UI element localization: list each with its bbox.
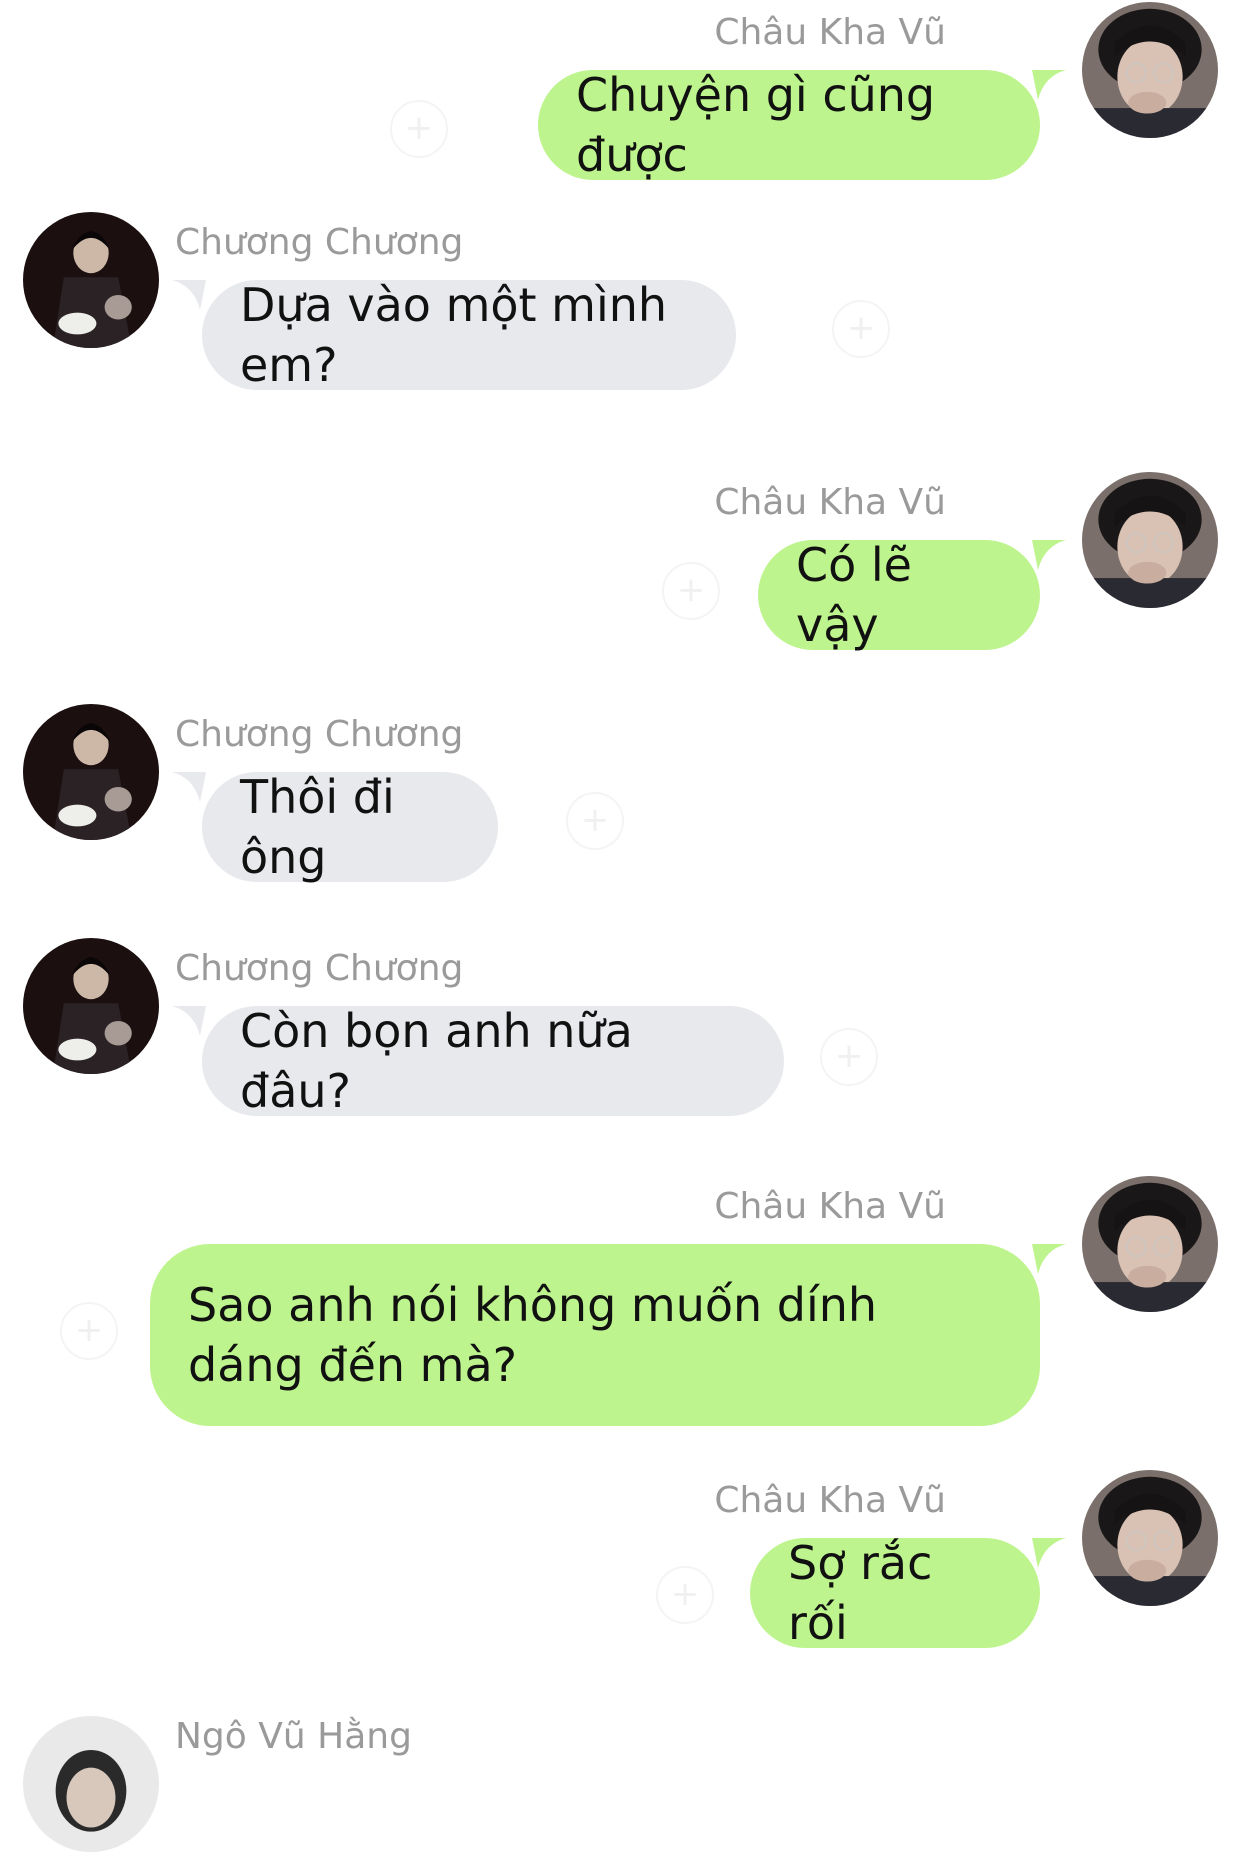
message-text: Có lẽ vậy xyxy=(796,538,912,652)
sender-name: Chương Chương xyxy=(175,222,464,263)
message-text: Còn bọn anh nữa đâu? xyxy=(240,1004,633,1118)
sender-name: Chương Chương xyxy=(175,714,464,755)
sender-name: Châu Kha Vũ xyxy=(714,1480,946,1521)
avatar[interactable] xyxy=(23,704,159,840)
avatar[interactable] xyxy=(1082,1470,1218,1606)
bubble-tail xyxy=(172,1006,206,1036)
avatar[interactable] xyxy=(23,212,159,348)
message-bubble[interactable]: Thôi đi ông xyxy=(202,770,498,884)
message-bubble[interactable]: Chuyện gì cũng được xyxy=(538,68,1040,182)
add-reaction-icon[interactable]: + xyxy=(390,100,448,158)
avatar[interactable] xyxy=(1082,1176,1218,1312)
bubble-tail xyxy=(1032,70,1066,100)
add-reaction-icon[interactable]: + xyxy=(832,300,890,358)
message-text: Chuyện gì cũng được xyxy=(576,68,936,182)
message-bubble[interactable]: Còn bọn anh nữa đâu? xyxy=(202,1004,784,1118)
add-reaction-icon[interactable]: + xyxy=(60,1302,118,1360)
add-reaction-icon[interactable]: + xyxy=(656,1566,714,1624)
sender-name: Châu Kha Vũ xyxy=(714,1186,946,1227)
bubble-tail xyxy=(172,280,206,310)
add-reaction-icon[interactable]: + xyxy=(820,1028,878,1086)
message-bubble[interactable]: Sợ rắc rối xyxy=(750,1536,1040,1650)
sender-name: Ngô Vũ Hằng xyxy=(175,1716,412,1757)
avatar[interactable] xyxy=(23,1716,159,1852)
message-text: Sợ rắc rối xyxy=(788,1536,933,1650)
bubble-tail xyxy=(1032,1244,1066,1274)
add-reaction-icon[interactable]: + xyxy=(662,562,720,620)
message-text: Sao anh nói không muốn dính dáng đến mà? xyxy=(188,1278,878,1392)
avatar[interactable] xyxy=(1082,2,1218,138)
avatar[interactable] xyxy=(23,938,159,1074)
message-text: Dựa vào một mình em? xyxy=(240,278,668,392)
message-bubble[interactable]: Có lẽ vậy xyxy=(758,538,1040,652)
bubble-tail xyxy=(172,772,206,802)
add-reaction-icon[interactable]: + xyxy=(566,792,624,850)
message-text: Thôi đi ông xyxy=(240,770,395,884)
bubble-tail xyxy=(1032,1538,1066,1568)
sender-name: Chương Chương xyxy=(175,948,464,989)
sender-name: Châu Kha Vũ xyxy=(714,12,946,53)
sender-name: Châu Kha Vũ xyxy=(714,482,946,523)
bubble-tail xyxy=(1032,540,1066,570)
avatar[interactable] xyxy=(1082,472,1218,608)
message-bubble[interactable]: Sao anh nói không muốn dính dáng đến mà? xyxy=(150,1244,1040,1426)
message-bubble[interactable]: Dựa vào một mình em? xyxy=(202,278,736,392)
